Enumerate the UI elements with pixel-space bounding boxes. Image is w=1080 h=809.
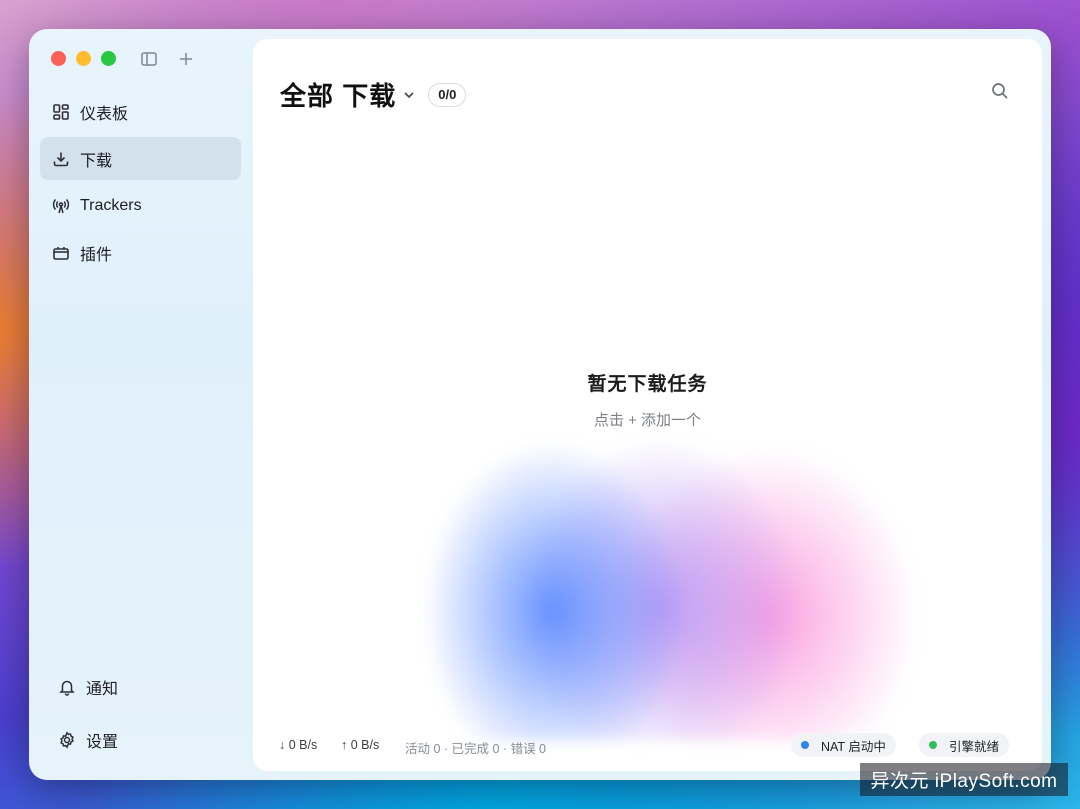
- download-icon: [53, 152, 69, 166]
- gear-icon: [60, 730, 74, 749]
- upload-speed: ↑ 0 B/s: [341, 738, 380, 752]
- empty-state-title: 暂无下载任务: [587, 374, 708, 395]
- sidebar: 仪表板 下载 Trackers 插件 通知 设置: [29, 29, 253, 780]
- watermark: 异次元 iPlaySoft.com: [860, 763, 1068, 796]
- header: 全部 下载 0/0: [280, 76, 467, 113]
- sidebar-nav: 仪表板 下载 Trackers 插件: [40, 90, 241, 278]
- sidebar-item-settings[interactable]: 设置: [40, 718, 241, 761]
- sidebar-item-plugins[interactable]: 插件: [40, 231, 241, 274]
- zoom-window-button[interactable]: [101, 51, 116, 66]
- sidebar-item-downloads[interactable]: 下载: [40, 137, 241, 180]
- add-icon[interactable]: [177, 50, 195, 68]
- task-summary: 活动 0 · 已完成 0 · 错误 0: [405, 742, 546, 756]
- sidebar-item-label: 下载: [80, 152, 113, 170]
- task-count-badge: 0/0: [428, 82, 467, 107]
- app-window: 仪表板 下载 Trackers 插件 通知 设置 全部 下载 0/0 暂无下载任…: [29, 29, 1051, 780]
- nat-status-dot: [801, 741, 809, 749]
- sidebar-item-dashboard[interactable]: 仪表板: [40, 90, 241, 133]
- sidebar-toggle-icon[interactable]: [140, 50, 158, 68]
- engine-status-badge: 引擎就绪: [919, 733, 1010, 757]
- engine-status-label: 引擎就绪: [949, 739, 1000, 754]
- broadcast-icon: [52, 198, 70, 213]
- page-title[interactable]: 全部 下载: [280, 76, 396, 113]
- empty-state-glow: [408, 441, 938, 741]
- chevron-down-icon[interactable]: [402, 88, 416, 102]
- minimize-window-button[interactable]: [76, 51, 91, 66]
- sidebar-bottom-nav: 通知 设置: [40, 665, 241, 771]
- sidebar-item-label: 插件: [80, 246, 113, 264]
- search-icon[interactable]: [990, 81, 1010, 101]
- nat-status-badge: NAT 启动中: [791, 733, 896, 757]
- sidebar-item-label: 仪表板: [80, 105, 129, 123]
- empty-state-subtitle: 点击 + 添加一个: [593, 412, 702, 429]
- window-controls: [51, 51, 116, 66]
- plugin-icon: [53, 246, 69, 260]
- nat-status-label: NAT 启动中: [821, 739, 886, 754]
- bell-icon: [59, 680, 75, 696]
- close-window-button[interactable]: [51, 51, 66, 66]
- engine-status-dot: [929, 741, 937, 749]
- sidebar-item-label: 设置: [86, 733, 119, 751]
- download-speed: ↓ 0 B/s: [279, 738, 318, 752]
- sidebar-item-trackers[interactable]: Trackers: [40, 184, 241, 227]
- sidebar-item-notifications[interactable]: 通知: [40, 665, 241, 708]
- sidebar-item-label: Trackers: [80, 196, 142, 214]
- dashboard-icon: [53, 103, 69, 120]
- sidebar-item-label: 通知: [86, 680, 119, 698]
- main-panel: 全部 下载 0/0 暂无下载任务 点击 + 添加一个 ↓ 0 B/s ↑ 0 B…: [253, 39, 1042, 771]
